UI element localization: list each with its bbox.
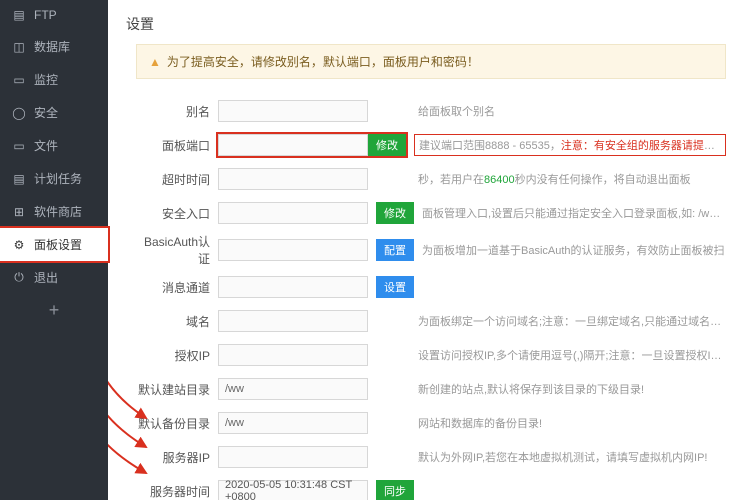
row-alias: 别名 给面板取个别名 [136,97,726,125]
sidebar: ▤FTP ◫数据库 ▭监控 ◯安全 ▭文件 ▤计划任务 ⊞软件商店 ⚙面板设置 … [0,0,108,500]
sitedir-input[interactable]: /ww [218,378,368,400]
alias-hint: 给面板取个别名 [418,103,726,119]
entry-label: 安全入口 [136,205,210,222]
sidebar-add[interactable]: + [0,294,108,327]
sitedir-hint: 新创建的站点,默认将保存到该目录的下级目录! [418,381,726,397]
store-icon: ⊞ [12,205,26,219]
sidebar-item-security[interactable]: ◯安全 [0,96,108,129]
basicauth-label: BasicAuth认证 [136,233,210,267]
sidebar-item-monitor[interactable]: ▭监控 [0,63,108,96]
main: 设置 ▲ 为了提高安全，请修改别名，默认端口，面板用户和密码！ 别名 给面板取个… [108,0,744,500]
msgchannel-set-button[interactable]: 设置 [376,276,414,298]
timeout-input[interactable] [218,168,368,190]
msgchannel-input[interactable] [218,276,368,298]
ftp-icon: ▤ [12,8,26,22]
backupdir-input[interactable]: /ww [218,412,368,434]
domain-label: 域名 [136,313,210,330]
sidebar-item-store[interactable]: ⊞软件商店 [0,195,108,228]
servertime-label: 服务器时间 [136,483,210,500]
alias-input[interactable] [218,100,368,122]
alias-label: 别名 [136,103,210,120]
sidebar-item-settings[interactable]: ⚙面板设置 [0,228,108,261]
row-basicauth: BasicAuth认证 配置 为面板增加一道基于BasicAuth的认证服务，有… [136,233,726,267]
security-alert: ▲ 为了提高安全，请修改别名，默认端口，面板用户和密码！ [136,44,726,79]
sidebar-item-ftp[interactable]: ▤FTP [0,0,108,30]
domain-input[interactable] [218,310,368,332]
authip-label: 授权IP [136,347,210,364]
row-entry: 安全入口 修改 面板管理入口,设置后只能通过指定安全入口登录面板,如: /www… [136,199,726,227]
page-title: 设置 [126,10,726,44]
row-msgchannel: 消息通道 设置 [136,273,726,301]
warning-icon: ▲ [149,55,161,69]
port-label: 面板端口 [136,137,210,154]
port-modify-button[interactable]: 修改 [368,134,406,156]
row-sitedir: 默认建站目录 /ww 新创建的站点,默认将保存到该目录的下级目录! [136,375,726,403]
row-timeout: 超时时间 秒，若用户在86400秒内没有任何操作，将自动退出面板 [136,165,726,193]
gear-icon: ⚙ [12,238,26,252]
servertime-sync-button[interactable]: 同步 [376,480,414,500]
basicauth-hint: 为面板增加一道基于BasicAuth的认证服务，有效防止面板被扫 [422,242,726,258]
entry-input[interactable] [218,202,368,224]
monitor-icon: ▭ [12,73,26,87]
entry-hint: 面板管理入口,设置后只能通过指定安全入口登录面板,如: /www_bt_cn [422,205,726,221]
row-authip: 授权IP 设置访问授权IP,多个请使用逗号(,)隔开;注意：一旦设置授权IP,只… [136,341,726,369]
folder-icon: ▭ [12,139,26,153]
authip-hint: 设置访问授权IP,多个请使用逗号(,)隔开;注意：一旦设置授权IP,只有指定IP… [418,347,726,363]
msgchannel-label: 消息通道 [136,279,210,296]
database-icon: ◫ [12,40,26,54]
sidebar-item-files[interactable]: ▭文件 [0,129,108,162]
timeout-hint: 秒，若用户在86400秒内没有任何操作，将自动退出面板 [418,171,726,187]
authip-input[interactable] [218,344,368,366]
sidebar-item-cron[interactable]: ▤计划任务 [0,162,108,195]
row-backupdir: 默认备份目录 /ww 网站和数据库的备份目录! [136,409,726,437]
annotation-arrow [108,435,158,485]
domain-hint: 为面板绑定一个访问域名;注意：一旦绑定域名,只能通过域名访问面板! [418,313,726,329]
timeout-label: 超时时间 [136,171,210,188]
sidebar-item-database[interactable]: ◫数据库 [0,30,108,63]
row-domain: 域名 为面板绑定一个访问域名;注意：一旦绑定域名,只能通过域名访问面板! [136,307,726,335]
serverip-hint: 默认为外网IP,若您在本地虚拟机测试，请填写虚拟机内网IP! [418,449,726,465]
sidebar-item-exit[interactable]: ⏻退出 [0,261,108,294]
calendar-icon: ▤ [12,172,26,186]
row-servertime: 服务器时间 2020-05-05 10:31:48 CST +0800 同步 [136,477,726,500]
backupdir-hint: 网站和数据库的备份目录! [418,415,726,431]
exit-icon: ⏻ [12,271,26,285]
shield-icon: ◯ [12,106,26,120]
port-input[interactable] [218,134,368,156]
servertime-value: 2020-05-05 10:31:48 CST +0800 [218,480,368,500]
basicauth-input[interactable] [218,239,368,261]
row-serverip: 服务器IP 默认为外网IP,若您在本地虚拟机测试，请填写虚拟机内网IP! [136,443,726,471]
port-hint: 建议端口范围8888 - 65535，注意：有安全组的服务器请提前在安全组放行新… [414,134,726,156]
entry-modify-button[interactable]: 修改 [376,202,414,224]
basicauth-config-button[interactable]: 配置 [376,239,414,261]
serverip-input[interactable] [218,446,368,468]
row-port: 面板端口 修改 建议端口范围8888 - 65535，注意：有安全组的服务器请提… [136,131,726,159]
